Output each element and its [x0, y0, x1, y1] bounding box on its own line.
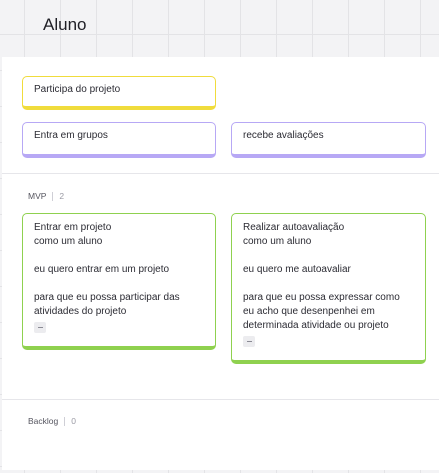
story-want: eu quero entrar em um projeto — [34, 264, 170, 275]
section-header-mvp[interactable]: MVP 2 — [28, 191, 64, 201]
separator — [64, 416, 66, 426]
story-benefit-cont: eu acho que desenpenhei em — [243, 306, 375, 317]
section-header-backlog[interactable]: Backlog 0 — [28, 416, 76, 426]
story-spacer — [243, 277, 414, 291]
story-want: eu quero me autoavaliar — [243, 264, 351, 275]
sticky-note-recebe-avaliacoes[interactable]: recebe avaliações — [231, 122, 426, 158]
story-benefit: para que eu possa participar das — [34, 292, 180, 303]
story-benefit: para que eu possa expressar como — [243, 292, 400, 303]
sticky-note-text: Participa do projeto — [34, 84, 121, 95]
story-title: Realizar autoavaliação — [243, 222, 345, 233]
story-card-autoavaliacao[interactable]: Realizar autoavaliação como um aluno eu … — [231, 213, 426, 364]
story-role: como um aluno — [243, 236, 312, 247]
story-spacer — [34, 249, 204, 263]
section-count: 0 — [71, 416, 76, 426]
section-divider — [2, 173, 439, 174]
section-count: 2 — [59, 191, 65, 201]
sticky-note-text: Entra em grupos — [34, 130, 108, 141]
board-title: Aluno — [43, 15, 87, 34]
story-spacer — [243, 249, 414, 263]
story-benefit-cont: determinada atividade ou projeto — [243, 320, 389, 331]
sticky-note-entra-grupos[interactable]: Entra em grupos — [22, 122, 216, 158]
section-label: Backlog — [28, 416, 59, 426]
notes-icon[interactable] — [243, 336, 255, 347]
separator — [52, 191, 54, 201]
section-divider — [2, 399, 439, 400]
section-label: MVP — [28, 191, 47, 201]
notes-icon[interactable] — [34, 322, 46, 333]
sticky-note-participa[interactable]: Participa do projeto — [22, 76, 216, 110]
story-spacer — [34, 277, 204, 291]
story-title: Entrar em projeto — [34, 222, 112, 233]
story-benefit-cont: atividades do projeto — [34, 306, 127, 317]
story-card-entrar-projeto[interactable]: Entrar em projeto como um aluno eu quero… — [22, 213, 216, 350]
sticky-note-text: recebe avaliações — [243, 130, 324, 141]
story-role: como um aluno — [34, 236, 103, 247]
